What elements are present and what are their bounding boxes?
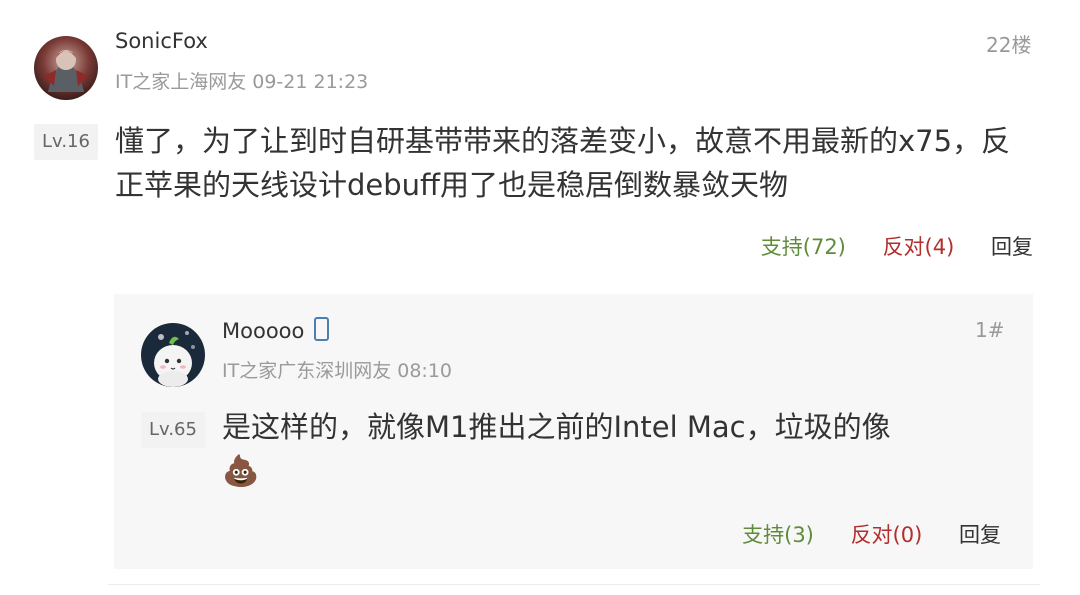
phone-icon bbox=[314, 317, 330, 341]
comment-content: 懂了，为了让到时自研基带带来的落差变小，故意不用最新的x75，反正苹果的天线设计… bbox=[115, 124, 1011, 202]
reply-username-row: Mooooo bbox=[222, 317, 330, 343]
reply-floor-number: 1# bbox=[975, 318, 1005, 342]
reply-content: 是这样的，就像M1推出之前的Intel Mac，垃圾的像 💩 bbox=[222, 405, 1012, 493]
avatar[interactable] bbox=[141, 323, 205, 387]
divider bbox=[108, 584, 1040, 585]
support-button[interactable]: 支持(3) bbox=[742, 519, 814, 549]
reply-button[interactable]: 回复 bbox=[991, 231, 1033, 261]
reply-text: 是这样的，就像M1推出之前的Intel Mac，垃圾的像 bbox=[222, 410, 891, 444]
reply-meta: IT之家广东深圳网友 08:10 bbox=[222, 360, 453, 382]
comment-thread: SonicFox IT之家上海网友 09-21 21:23 22楼 Lv.16 … bbox=[0, 0, 1080, 595]
reply-actions: 支持(3) 反对(0) 回复 bbox=[742, 519, 1001, 549]
support-button[interactable]: 支持(72) bbox=[761, 231, 846, 261]
comment-actions: 支持(72) 反对(4) 回复 bbox=[761, 231, 1033, 261]
oppose-button[interactable]: 反对(0) bbox=[851, 519, 923, 549]
username[interactable]: Mooooo bbox=[222, 319, 304, 343]
poop-emoji-icon: 💩 bbox=[222, 454, 260, 489]
comment-meta: IT之家上海网友 09-21 21:23 bbox=[115, 71, 369, 93]
level-badge: Lv.65 bbox=[141, 412, 205, 448]
oppose-button[interactable]: 反对(4) bbox=[883, 231, 955, 261]
floor-number: 22楼 bbox=[986, 33, 1032, 57]
reply-button[interactable]: 回复 bbox=[959, 519, 1001, 549]
username[interactable]: SonicFox bbox=[115, 29, 208, 53]
avatar[interactable] bbox=[34, 36, 98, 100]
level-badge: Lv.16 bbox=[34, 124, 98, 160]
